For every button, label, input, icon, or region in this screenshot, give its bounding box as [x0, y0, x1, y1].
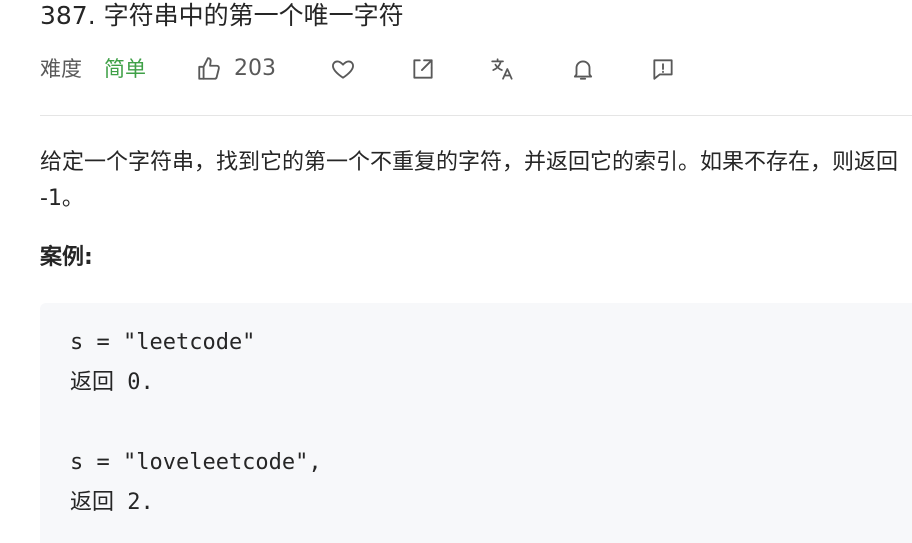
- translate-icon: [491, 58, 513, 80]
- subscribe-button[interactable]: [570, 54, 596, 84]
- example-code-block: s = "leetcode" 返回 0. s = "loveleetcode",…: [40, 303, 912, 543]
- share-button[interactable]: [410, 54, 436, 84]
- example-line: 返回 0.: [70, 370, 154, 395]
- feedback-icon: [653, 59, 673, 80]
- feedback-button[interactable]: [650, 54, 676, 84]
- share-icon: [413, 59, 433, 79]
- section-divider: [40, 115, 912, 116]
- example-line: s = "leetcode": [70, 330, 256, 355]
- example-heading: 案例:: [40, 245, 93, 270]
- problem-description: 给定一个字符串，找到它的第一个不重复的字符，并返回它的索引。如果不存在，则返回 …: [40, 150, 899, 211]
- example-line: s = "loveleetcode",: [70, 450, 322, 475]
- problem-meta-toolbar: 难度 简单 203: [40, 54, 676, 84]
- like-button[interactable]: [196, 54, 222, 84]
- difficulty-label: 难度: [40, 57, 82, 81]
- like-count: 203: [234, 56, 276, 81]
- example-line: 返回 2.: [70, 490, 154, 515]
- bell-icon: [573, 60, 593, 80]
- difficulty-badge: 简单: [104, 57, 146, 81]
- thumbs-up-icon: [198, 57, 220, 80]
- translate-button[interactable]: [490, 54, 516, 84]
- favorite-button[interactable]: [330, 54, 356, 84]
- heart-icon: [332, 60, 354, 79]
- problem-title: 387. 字符串中的第一个唯一字符: [40, 1, 404, 30]
